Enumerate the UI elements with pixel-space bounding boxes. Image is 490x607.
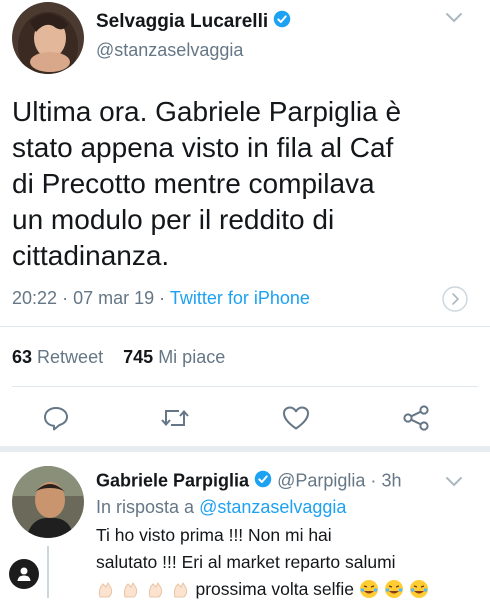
meta-separator: · [370,470,377,491]
author-handle[interactable]: @stanzaselvaggia [96,40,243,61]
tweet-text-line: un modulo per il reddito di [12,204,335,235]
reply-text-line: Ti ho visto prima !!! Non mi hai [96,525,332,545]
retweets-label: Retweet [37,347,104,367]
divider [12,386,478,387]
tweet-text-line: cittadinanza. [12,240,170,271]
author-avatar[interactable] [12,2,84,74]
likes-stat[interactable]: 745 Mi piace [123,347,225,367]
retweet-icon [161,409,189,427]
heart-icon [283,406,309,430]
crying-laughing-face-icon [384,579,404,599]
retweets-count: 63 [12,347,33,367]
reply-author-name[interactable]: Gabriele Parpiglia [96,470,249,490]
tweet-client-link[interactable]: Twitter for iPhone [170,288,310,308]
chevron-right-icon[interactable] [442,286,468,312]
clapping-hands-icon [171,579,191,599]
section-divider [0,446,490,452]
reply-author-avatar[interactable] [12,466,84,538]
like-button[interactable] [278,400,314,436]
tweet-text-line: di Precotto mentre compilava [12,168,375,199]
verified-badge-icon [273,10,291,34]
author-name[interactable]: Selvaggia Lucarelli [96,10,291,34]
clapping-hands-icon [146,579,166,599]
in-reply-to: In risposta a @stanzaselvaggia [96,497,346,518]
retweet-button[interactable] [157,400,193,436]
reply-text-line: salutato !!! Eri al market reparto salum… [96,552,396,572]
crying-laughing-face-icon [409,579,429,599]
chevron-down-icon[interactable] [444,474,464,490]
reply-author-handle[interactable]: @Parpiglia [277,470,365,490]
thread-line [47,546,49,598]
meta-separator: · [159,288,166,308]
clapping-hands-icon [96,579,116,599]
share-button[interactable] [398,400,434,436]
tweet-text-line: stato appena visto in fila al Caf [12,132,394,163]
likes-label: Mi piace [158,347,226,367]
retweets-stat[interactable]: 63 Retweet [12,347,108,367]
tweet-time[interactable]: 20:22 [12,288,57,308]
author-name-text[interactable]: Selvaggia Lucarelli [96,11,268,32]
tweet-stats: 63 Retweet 745 Mi piace [12,347,225,368]
in-reply-handle-link[interactable]: @stanzaselvaggia [199,497,346,517]
reply-header: Gabriele Parpiglia @Parpiglia · 3h [96,470,401,493]
tweet-date[interactable]: 07 mar 19 [73,288,154,308]
meta-separator: · [62,288,69,308]
clapping-hands-icon [121,579,141,599]
reply-age[interactable]: 3h [381,470,401,490]
reply-text-tail: prossima volta selfie [195,579,355,599]
reply-button[interactable] [38,400,74,436]
chevron-down-icon[interactable] [444,10,464,26]
reply-icon [44,407,68,431]
tweet-meta: 20:22 · 07 mar 19 · Twitter for iPhone [12,288,310,309]
likes-count: 745 [123,347,154,367]
in-reply-prefix: In risposta a [96,497,195,517]
crying-laughing-face-icon [359,579,379,599]
share-icon [403,405,429,431]
tweet-text-line: Ultima ora. Gabriele Parpiglia è [12,96,402,127]
reply-text-line: prossima volta selfie [96,576,486,603]
reply-text: Ti ho visto prima !!! Non mi hai salutat… [96,522,486,603]
account-icon[interactable] [9,559,39,589]
verified-badge-icon [254,470,272,493]
tweet-text: Ultima ora. Gabriele Parpiglia è stato a… [12,94,482,274]
divider [0,326,490,327]
